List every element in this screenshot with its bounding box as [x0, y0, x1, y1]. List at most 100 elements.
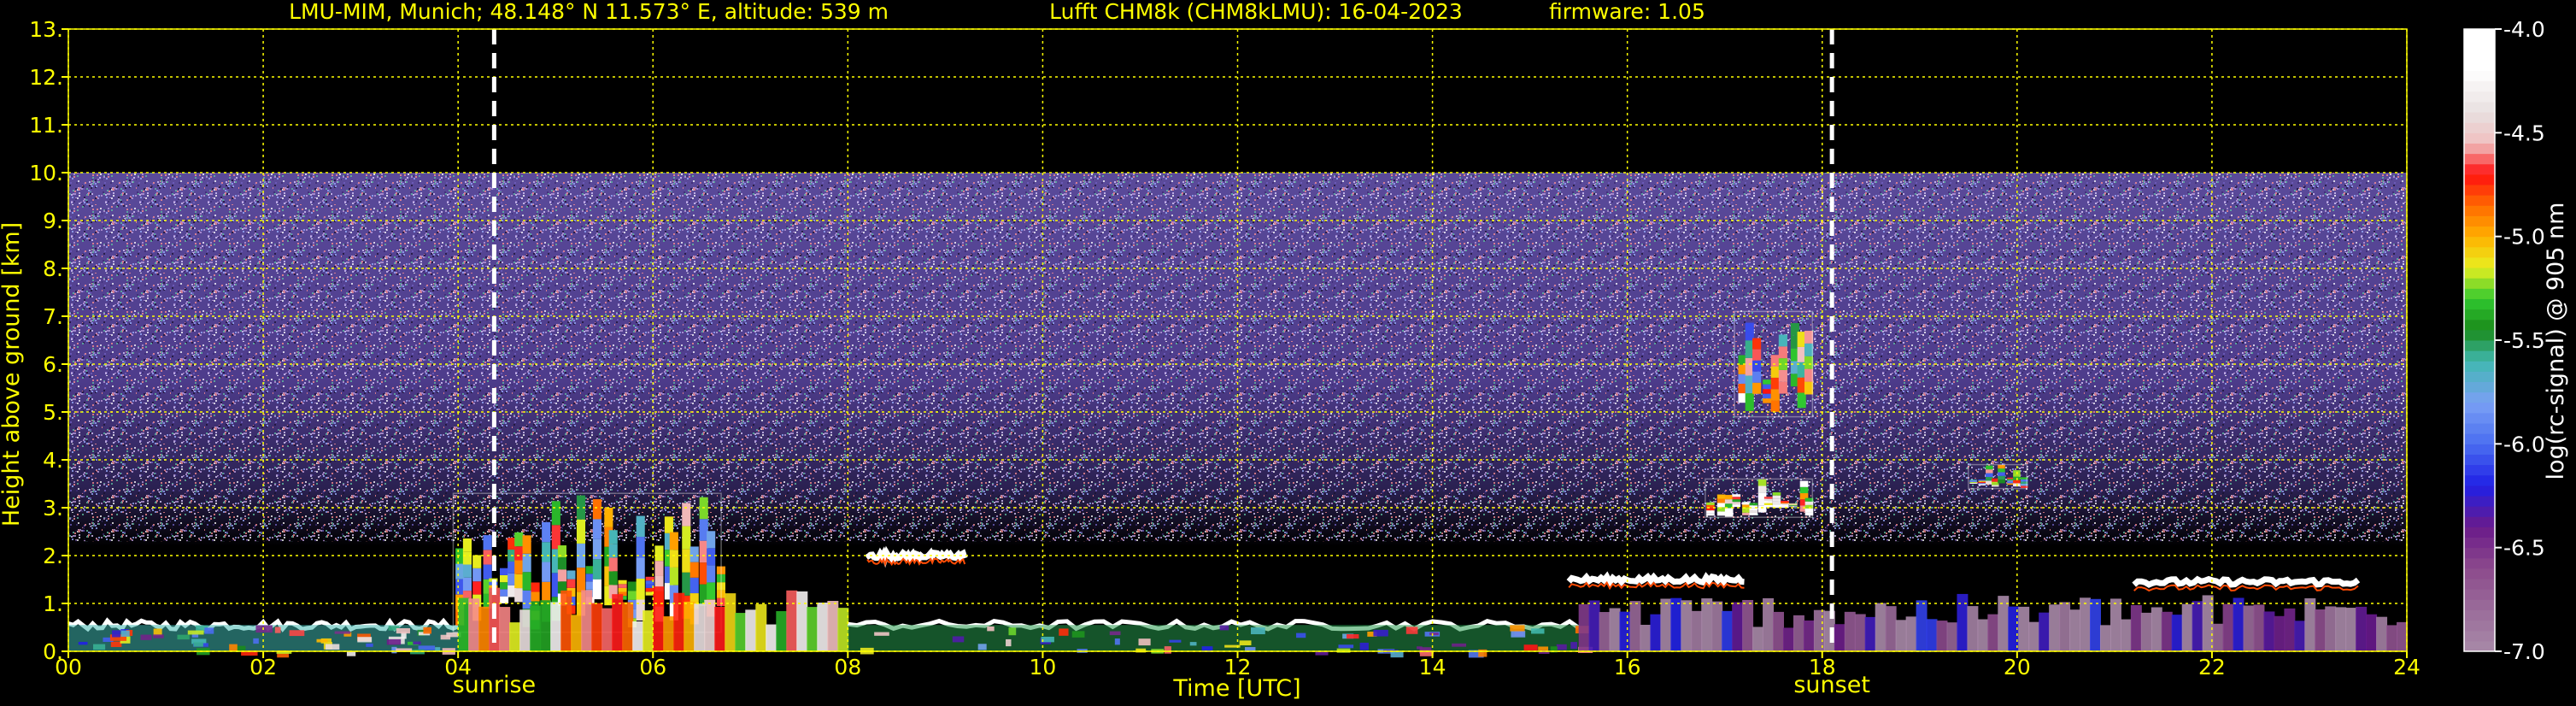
- ceilometer-chart: LMU-MIM, Munich; 48.148° N 11.573° E, al…: [0, 0, 2569, 702]
- x-tick-label: 18: [1809, 655, 1836, 680]
- y-tick-label: 3.: [43, 496, 63, 521]
- x-tick-label: 16: [1614, 655, 1641, 680]
- colorbar-segment: [2464, 485, 2495, 497]
- colorbar-segment: [2464, 391, 2495, 403]
- colorbar-segment: [2464, 630, 2495, 642]
- colorbar-segment: [2464, 163, 2495, 175]
- colorbar-segment: [2464, 516, 2495, 527]
- x-tick-label: 02: [249, 655, 277, 680]
- colorbar-segment: [2464, 537, 2495, 549]
- colorbar-segment: [2464, 205, 2495, 216]
- y-tick-label: 11.: [29, 113, 63, 138]
- colorbar-segment: [2464, 433, 2495, 444]
- y-tick-label: 7.: [43, 304, 63, 329]
- colorbar-tick-label: -5.0: [2503, 225, 2545, 250]
- colorbar-segment: [2464, 412, 2495, 424]
- colorbar-segment: [2464, 226, 2495, 238]
- colorbar-segment: [2464, 112, 2495, 123]
- colorbar-segment: [2464, 268, 2495, 279]
- colorbar: -4.0 -4.5 -5.0 -5.5 -6.0 -6.5 -7.0: [2463, 17, 2545, 664]
- colorbar-segment: [2464, 589, 2495, 600]
- y-tick-label: 4.: [43, 448, 63, 473]
- x-tick-label: 14: [1419, 655, 1446, 680]
- colorbar-segment: [2464, 423, 2495, 434]
- colorbar-segment: [2464, 340, 2495, 351]
- x-tick-label: 22: [2198, 655, 2226, 680]
- colorbar-segment: [2464, 371, 2495, 383]
- y-axis-label: Height above ground [km]: [0, 222, 25, 527]
- colorbar-segment: [2464, 402, 2495, 414]
- header-firmware: firmware: 1.05: [1549, 0, 1705, 24]
- colorbar-segment: [2464, 195, 2495, 206]
- x-axis-label: Time [UTC]: [1172, 675, 1300, 702]
- colorbar-segment: [2464, 620, 2495, 632]
- colorbar-tick-label: -4.0: [2503, 17, 2545, 42]
- y-tick-label: 1.: [43, 591, 63, 616]
- colorbar-segment: [2464, 236, 2495, 248]
- y-tick-label: 9.: [43, 209, 63, 233]
- colorbar-segment: [2464, 381, 2495, 393]
- colorbar-segment: [2464, 547, 2495, 559]
- colorbar-segment: [2464, 185, 2495, 196]
- y-tick-label: 13.: [29, 17, 63, 42]
- x-tick-label: 06: [639, 655, 666, 680]
- colorbar-segment: [2464, 599, 2495, 610]
- colorbar-tick-label: -7.0: [2503, 639, 2545, 664]
- colorbar-segment: [2464, 444, 2495, 455]
- y-tick-label: 2.: [43, 544, 63, 568]
- colorbar-segment: [2464, 60, 2495, 72]
- colorbar-segment: [2464, 143, 2495, 155]
- colorbar-segment: [2464, 50, 2495, 61]
- colorbar-segment: [2464, 527, 2495, 538]
- x-tick-label: 10: [1030, 655, 1057, 680]
- colorbar-segment: [2464, 80, 2495, 92]
- y-tick-label: 8.: [43, 256, 63, 281]
- colorbar-segment: [2464, 319, 2495, 331]
- colorbar-tick-label: -5.5: [2503, 328, 2545, 353]
- colorbar-segment: [2464, 640, 2495, 652]
- colorbar-segment: [2464, 122, 2495, 133]
- ceilometer-plot: LMU-MIM, Munich; 48.148° N 11.573° E, al…: [0, 0, 2576, 706]
- colorbar-segment: [2464, 91, 2495, 103]
- colorbar-tick-label: -6.5: [2503, 536, 2545, 561]
- x-tick-label: 24: [2393, 655, 2421, 680]
- colorbar-segment: [2464, 153, 2495, 165]
- colorbar-segment: [2464, 298, 2495, 310]
- x-tick-label: 08: [834, 655, 861, 680]
- colorbar-segment: [2464, 506, 2495, 517]
- colorbar-segment: [2464, 288, 2495, 299]
- header-instrument: Lufft CHM8k (CHM8kLMU): 16-04-2023: [1049, 0, 1463, 24]
- colorbar-segment: [2464, 29, 2495, 40]
- x-tick-label: 04: [444, 655, 472, 680]
- feature-boundary_layer: [67, 617, 461, 658]
- colorbar-segment: [2464, 557, 2495, 569]
- y-tick-label: 10.: [29, 161, 63, 185]
- colorbar-segment: [2464, 496, 2495, 507]
- colorbar-label: log(rc-signal) @ 905 nm: [2543, 203, 2569, 480]
- colorbar-segment: [2464, 278, 2495, 289]
- colorbar-segment: [2464, 70, 2495, 82]
- colorbar-segment: [2464, 361, 2495, 372]
- colorbar-segment: [2464, 609, 2495, 621]
- x-tick-label: 20: [2004, 655, 2031, 680]
- y-tick-label: 5.: [43, 400, 63, 425]
- feature-boundary_layer: [847, 618, 1593, 658]
- y-tick-label: 12.: [29, 65, 63, 90]
- colorbar-segment: [2464, 39, 2495, 50]
- colorbar-segment: [2464, 132, 2495, 144]
- colorbar-segment: [2464, 350, 2495, 362]
- colorbar-segment: [2464, 329, 2495, 341]
- colorbar-segment: [2464, 474, 2495, 486]
- colorbar-segment: [2464, 454, 2495, 466]
- colorbar-segment: [2464, 309, 2495, 321]
- colorbar-segment: [2464, 568, 2495, 580]
- colorbar-segment: [2464, 579, 2495, 590]
- colorbar-segment: [2464, 101, 2495, 113]
- colorbar-tick-label: -4.5: [2503, 121, 2545, 145]
- colorbar-segment: [2464, 246, 2495, 258]
- y-tick-label: 0.: [43, 639, 63, 664]
- colorbar-segment: [2464, 215, 2495, 227]
- header-station: LMU-MIM, Munich; 48.148° N 11.573° E, al…: [289, 0, 889, 24]
- colorbar-tick-label: -6.0: [2503, 432, 2545, 456]
- colorbar-segment: [2464, 174, 2495, 185]
